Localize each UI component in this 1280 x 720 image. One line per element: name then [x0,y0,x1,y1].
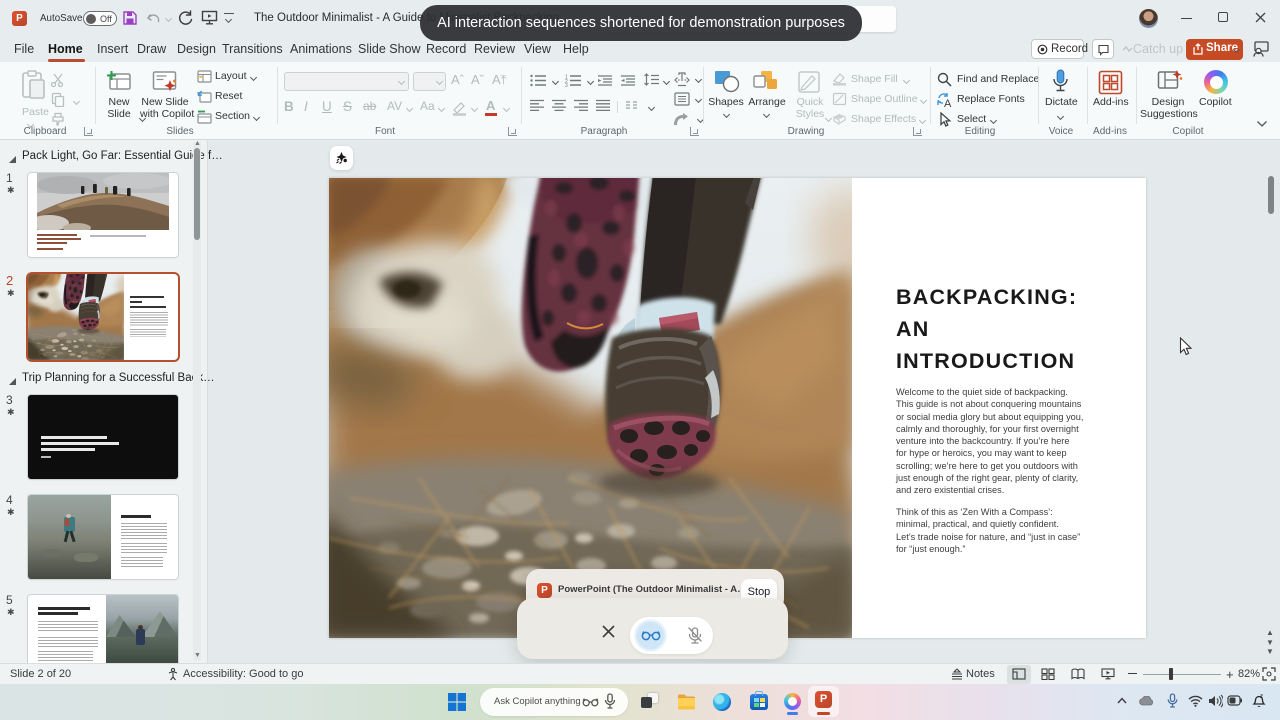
svg-text:A: A [944,98,952,108]
svg-text:3: 3 [565,83,568,87]
svg-text:z: z [1260,694,1263,700]
